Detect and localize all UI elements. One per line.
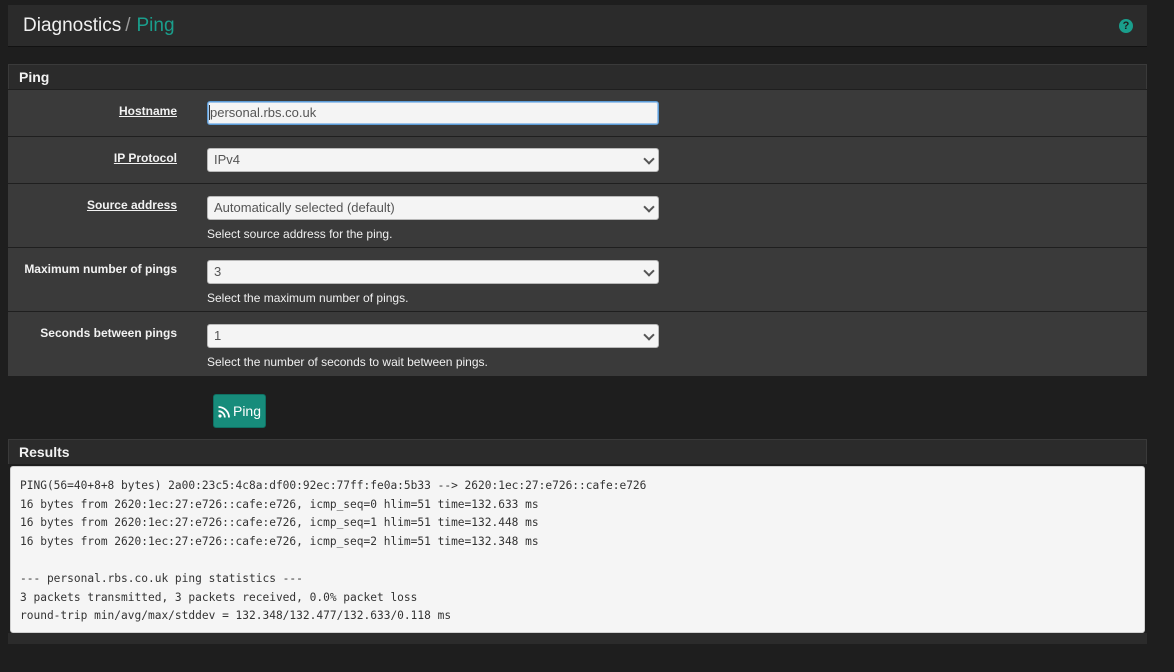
chevron-down-icon <box>643 329 655 341</box>
breadcrumb-diagnostics[interactable]: Diagnostics <box>23 15 121 36</box>
source-address-select[interactable]: Automatically selected (default) <box>207 196 659 220</box>
page-header: Diagnostics / Ping ? <box>8 5 1147 47</box>
result-line <box>20 551 1135 570</box>
ping-form-panel: Ping Hostname personal.rbs.co.uk IP Prot… <box>8 64 1147 376</box>
breadcrumb-separator: / <box>125 15 131 36</box>
results-panel-footer <box>8 633 1147 644</box>
result-line: 3 packets transmitted, 3 packets receive… <box>20 590 418 604</box>
source-address-value: Automatically selected (default) <box>214 200 395 215</box>
source-address-help: Select source address for the ping. <box>207 227 393 241</box>
help-icon[interactable]: ? <box>1119 19 1133 33</box>
ping-panel-title: Ping <box>8 64 1147 89</box>
max-pings-select[interactable]: 3 <box>207 260 659 284</box>
ip-protocol-label[interactable]: IP Protocol <box>114 151 177 165</box>
hostname-input[interactable]: personal.rbs.co.uk <box>207 101 659 125</box>
results-title: Results <box>8 439 1147 464</box>
ip-protocol-value: IPv4 <box>214 152 241 167</box>
seconds-between-row: Seconds between pings 1 Select the numbe… <box>8 311 1147 376</box>
seconds-between-label: Seconds between pings <box>40 326 177 340</box>
rss-icon <box>218 406 230 418</box>
hostname-label[interactable]: Hostname <box>119 104 177 118</box>
seconds-between-help: Select the number of seconds to wait bet… <box>207 355 488 369</box>
max-pings-help: Select the maximum number of pings. <box>207 291 409 305</box>
seconds-between-select[interactable]: 1 <box>207 324 659 348</box>
max-pings-value: 3 <box>214 264 222 279</box>
max-pings-label: Maximum number of pings <box>24 262 177 276</box>
breadcrumb: Diagnostics / Ping <box>23 15 175 37</box>
result-line: 16 bytes from 2620:1ec:27:e726::cafe:e72… <box>20 497 539 511</box>
hostname-value: personal.rbs.co.uk <box>209 105 317 120</box>
results-panel: Results <box>8 439 1147 464</box>
max-pings-row: Maximum number of pings 3 Select the max… <box>8 247 1147 311</box>
results-output: PING(56=40+8+8 bytes) 2a00:23c5:4c8a:df0… <box>10 466 1145 633</box>
result-line: 16 bytes from 2620:1ec:27:e726::cafe:e72… <box>20 516 539 530</box>
chevron-down-icon <box>643 153 655 165</box>
seconds-between-value: 1 <box>214 328 222 343</box>
source-address-label[interactable]: Source address <box>87 198 177 212</box>
ping-button[interactable]: Ping <box>213 394 266 428</box>
ping-button-label: Ping <box>232 403 262 419</box>
result-line: 16 bytes from 2620:1ec:27:e726::cafe:e72… <box>20 534 539 548</box>
breadcrumb-current[interactable]: Ping <box>137 15 175 36</box>
chevron-down-icon <box>643 201 655 213</box>
result-line: PING(56=40+8+8 bytes) 2a00:23c5:4c8a:df0… <box>20 479 647 492</box>
source-address-row: Source address Automatically selected (d… <box>8 183 1147 247</box>
ip-protocol-row: IP Protocol IPv4 <box>8 136 1147 183</box>
hostname-row: Hostname personal.rbs.co.uk <box>8 89 1147 136</box>
result-line: round-trip min/avg/max/stddev = 132.348/… <box>20 609 452 623</box>
ip-protocol-select[interactable]: IPv4 <box>207 148 659 172</box>
chevron-down-icon <box>643 265 655 277</box>
result-line: --- personal.rbs.co.uk ping statistics -… <box>20 571 303 585</box>
